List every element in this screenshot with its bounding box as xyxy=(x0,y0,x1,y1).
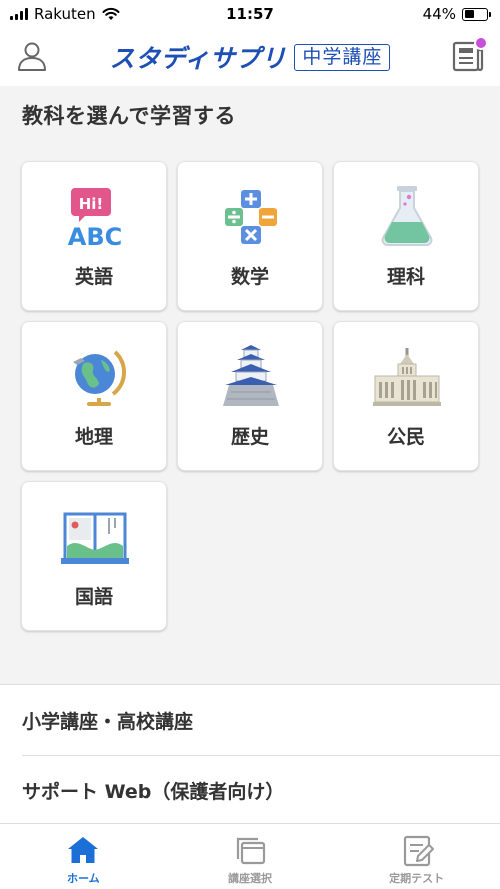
user-icon[interactable] xyxy=(16,40,48,72)
link-other-courses[interactable]: 小学講座・高校講座 xyxy=(0,685,500,755)
subject-card-civics[interactable]: 公民 xyxy=(333,321,479,471)
news-button[interactable] xyxy=(450,36,488,74)
tab-course-select[interactable]: 講座選択 xyxy=(167,824,334,889)
battery-percent: 44% xyxy=(422,5,456,23)
signal-icon xyxy=(10,8,28,20)
app-header: スタディサプリ 中学講座 xyxy=(0,28,500,86)
diet-building-icon xyxy=(373,348,441,406)
svg-text:ABC: ABC xyxy=(68,223,122,248)
logo-course-badge: 中学講座 xyxy=(294,43,391,71)
battery-icon xyxy=(462,7,491,21)
subject-label: 国語 xyxy=(74,586,113,608)
link-support-web[interactable]: サポート Web（保護者向け） xyxy=(0,756,500,824)
test-clipboard-icon xyxy=(403,835,434,867)
course-select-icon xyxy=(236,837,266,865)
subject-card-english[interactable]: Hi! ABC 英語 xyxy=(21,161,167,311)
link-list: 小学講座・高校講座 サポート Web（保護者向け） xyxy=(0,684,500,824)
tab-bar: ホーム 講座選択 定期テスト xyxy=(0,823,500,889)
math-operators-icon xyxy=(225,190,277,244)
subject-card-science[interactable]: 理科 xyxy=(333,161,479,311)
subject-label: 英語 xyxy=(74,266,113,288)
status-left: Rakuten xyxy=(10,5,120,23)
app-logo: スタディサプリ 中学講座 xyxy=(110,39,391,75)
status-bar: Rakuten 11:57 44% xyxy=(0,0,500,28)
subject-label: 歴史 xyxy=(230,426,269,448)
tab-label: 定期テスト xyxy=(389,872,445,885)
battery-level xyxy=(464,10,474,18)
logo-main-text: スタディサプリ xyxy=(109,44,287,73)
tab-label: 講座選択 xyxy=(228,872,272,885)
tab-home[interactable]: ホーム xyxy=(0,824,167,889)
subject-label: 公民 xyxy=(386,426,425,448)
castle-icon xyxy=(223,345,279,406)
english-abc-icon: Hi! ABC xyxy=(68,188,122,248)
subject-card-history[interactable]: 歴史 xyxy=(177,321,323,471)
subject-card-japanese[interactable]: 国語 xyxy=(21,481,167,631)
notification-badge xyxy=(474,36,488,50)
open-book-icon xyxy=(61,512,129,564)
status-right: 44% xyxy=(422,5,491,23)
subject-label: 地理 xyxy=(74,426,113,448)
subject-label: 理科 xyxy=(386,266,425,288)
flask-icon xyxy=(381,186,433,246)
subject-label: 数学 xyxy=(230,266,269,288)
tab-regular-test[interactable]: 定期テスト xyxy=(333,824,500,889)
tab-label: ホーム xyxy=(67,872,100,885)
subject-card-geography[interactable]: 地理 xyxy=(21,321,167,471)
globe-icon xyxy=(73,350,127,406)
carrier-name: Rakuten xyxy=(34,5,96,23)
home-icon xyxy=(68,837,99,863)
subject-card-math[interactable]: 数学 xyxy=(177,161,323,311)
svg-text:Hi!: Hi! xyxy=(79,195,104,213)
section-title: 教科を選んで学習する xyxy=(22,104,236,128)
wifi-icon xyxy=(102,7,120,20)
